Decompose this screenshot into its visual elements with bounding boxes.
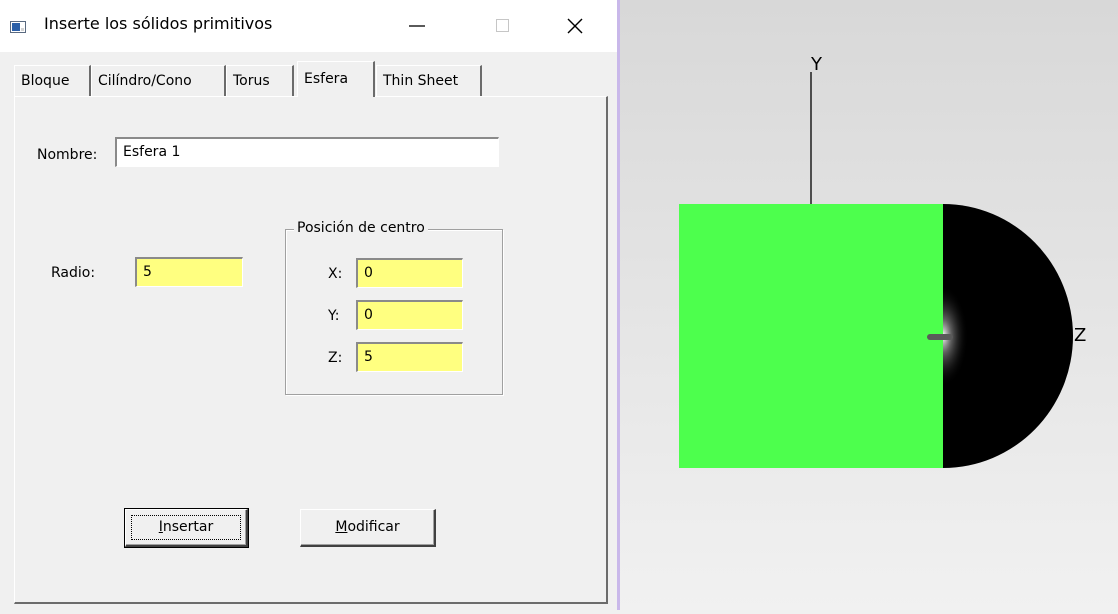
center-y-input[interactable]: 0 [356,300,463,330]
minimize-icon [409,25,425,27]
minimize-button[interactable] [394,6,440,46]
nombre-label: Nombre: [37,147,98,163]
insertar-label: nsertar [162,519,214,535]
z-label: Z: [328,350,343,366]
modificar-label: odificar [347,519,400,535]
window-title: Inserte los sólidos primitivos [44,14,273,33]
sphere-highlight [943,204,1073,468]
window-app-icon [10,21,26,33]
tab-cilindro-cono[interactable]: Cilíndro/Cono [91,65,226,96]
center-x-input[interactable]: 0 [356,258,463,288]
center-position-group: Posición de centro X: 0 Y: 0 Z: 5 [285,220,503,395]
maximize-button[interactable] [480,6,526,46]
tab-bloque[interactable]: Bloque [14,65,91,96]
x-label: X: [328,266,343,282]
modificar-mnemonic: M [335,519,348,535]
tab-esfera[interactable]: Esfera [297,61,375,97]
primitive-solids-dialog: Inserte los sólidos primitivos Bloque Ci… [0,0,617,610]
insertar-button[interactable]: Insertar [124,508,249,548]
title-bar[interactable]: Inserte los sólidos primitivos [0,0,617,52]
scene-svg: Y Z [679,54,1086,468]
z-axis-label: Z [1074,325,1086,346]
esfera-tab-panel: Nombre: Esfera 1 Radio: 5 Posición de ce… [14,96,608,604]
tab-thin-sheet[interactable]: Thin Sheet [376,65,482,96]
nombre-input[interactable]: Esfera 1 [115,137,499,167]
center-position-title: Posición de centro [294,220,428,236]
block-solid[interactable] [679,204,943,468]
close-icon [567,18,583,34]
radio-input[interactable]: 5 [135,257,243,287]
y-label: Y: [328,308,340,324]
3d-viewport[interactable]: Y Z [620,0,1118,610]
y-axis-label: Y [810,54,823,75]
maximize-icon [496,19,509,32]
close-button[interactable] [552,6,598,46]
modificar-button[interactable]: Modificar [300,509,436,547]
tab-torus[interactable]: Torus [226,65,294,96]
radio-label: Radio: [51,265,96,281]
center-z-input[interactable]: 5 [356,342,463,372]
